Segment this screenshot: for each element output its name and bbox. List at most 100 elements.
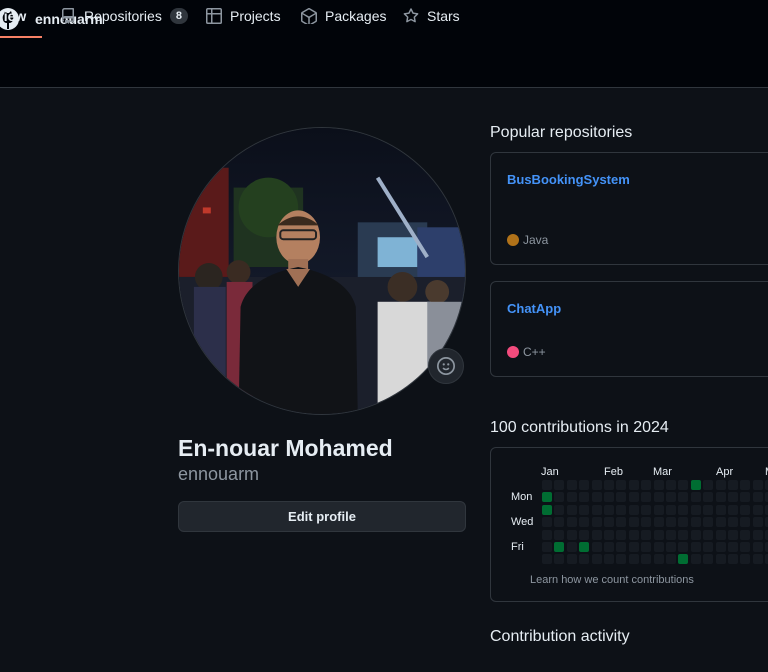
contribution-cell[interactable] bbox=[641, 554, 652, 565]
contribution-cell[interactable] bbox=[678, 480, 689, 490]
contribution-cell[interactable] bbox=[703, 480, 714, 490]
contribution-cell[interactable] bbox=[678, 554, 689, 565]
contribution-cell[interactable] bbox=[653, 517, 664, 528]
contribution-cell[interactable] bbox=[715, 517, 726, 528]
contribution-cell[interactable] bbox=[616, 492, 627, 503]
contribution-cell[interactable] bbox=[566, 542, 577, 552]
contribution-cell[interactable] bbox=[752, 542, 763, 552]
contribution-cell[interactable] bbox=[715, 542, 726, 552]
contribution-cell[interactable] bbox=[728, 492, 738, 503]
contribution-cell[interactable] bbox=[616, 554, 627, 565]
contribution-cell[interactable] bbox=[752, 480, 763, 490]
contribution-cell[interactable] bbox=[604, 480, 614, 490]
contribution-cell[interactable] bbox=[591, 529, 602, 540]
contribution-cell[interactable] bbox=[604, 554, 614, 565]
contribution-cell[interactable] bbox=[715, 480, 726, 490]
contribution-cell[interactable] bbox=[579, 529, 590, 540]
contribution-cell[interactable] bbox=[641, 504, 652, 515]
contribution-cell[interactable] bbox=[542, 517, 552, 528]
contribution-cell[interactable] bbox=[628, 554, 639, 565]
contribution-cell[interactable] bbox=[740, 542, 751, 552]
contribution-cell[interactable] bbox=[641, 517, 652, 528]
contribution-cell[interactable] bbox=[752, 517, 763, 528]
contribution-cell[interactable] bbox=[678, 517, 689, 528]
contribution-cell[interactable] bbox=[542, 492, 552, 503]
repo-link[interactable]: ChatApp bbox=[507, 301, 561, 316]
contribution-cell[interactable] bbox=[628, 504, 639, 515]
learn-contributions-link[interactable]: Learn how we count contributions bbox=[530, 574, 694, 586]
contribution-cell[interactable] bbox=[591, 492, 602, 503]
contribution-cell[interactable] bbox=[591, 504, 602, 515]
tab-overview[interactable]: Overview bbox=[0, 0, 42, 38]
tab-repositories[interactable]: Repositories 8 bbox=[60, 0, 188, 38]
contribution-cell[interactable] bbox=[740, 504, 751, 515]
contribution-cell[interactable] bbox=[728, 554, 738, 565]
contribution-cell[interactable] bbox=[715, 529, 726, 540]
contribution-cell[interactable] bbox=[703, 529, 714, 540]
contribution-cell[interactable] bbox=[728, 529, 738, 540]
contribution-cell[interactable] bbox=[740, 529, 751, 540]
contribution-cell[interactable] bbox=[690, 542, 701, 552]
contribution-cell[interactable] bbox=[604, 504, 614, 515]
contribution-cell[interactable] bbox=[715, 554, 726, 565]
contribution-cell[interactable] bbox=[554, 529, 565, 540]
contribution-cell[interactable] bbox=[542, 480, 552, 490]
contribution-cell[interactable] bbox=[715, 504, 726, 515]
contribution-cell[interactable] bbox=[740, 517, 751, 528]
contribution-cell[interactable] bbox=[641, 542, 652, 552]
contribution-cell[interactable] bbox=[678, 529, 689, 540]
contribution-cell[interactable] bbox=[542, 529, 552, 540]
contribution-cell[interactable] bbox=[752, 492, 763, 503]
contribution-cell[interactable] bbox=[678, 542, 689, 552]
contribution-cell[interactable] bbox=[641, 529, 652, 540]
contribution-cell[interactable] bbox=[616, 542, 627, 552]
contribution-cell[interactable] bbox=[591, 542, 602, 552]
contribution-cell[interactable] bbox=[616, 480, 627, 490]
contribution-cell[interactable] bbox=[666, 529, 676, 540]
contribution-cell[interactable] bbox=[666, 492, 676, 503]
contribution-cell[interactable] bbox=[579, 480, 590, 490]
avatar[interactable] bbox=[178, 127, 466, 415]
contribution-cell[interactable] bbox=[554, 554, 565, 565]
contribution-cell[interactable] bbox=[752, 529, 763, 540]
contribution-cell[interactable] bbox=[752, 554, 763, 565]
contribution-cell[interactable] bbox=[628, 529, 639, 540]
contribution-cell[interactable] bbox=[728, 480, 738, 490]
contribution-cell[interactable] bbox=[604, 529, 614, 540]
contribution-cell[interactable] bbox=[653, 480, 664, 490]
contribution-cell[interactable] bbox=[566, 517, 577, 528]
contribution-cell[interactable] bbox=[554, 492, 565, 503]
contribution-cell[interactable] bbox=[703, 504, 714, 515]
contribution-cell[interactable] bbox=[690, 480, 701, 490]
contribution-cell[interactable] bbox=[604, 542, 614, 552]
contribution-cell[interactable] bbox=[591, 480, 602, 490]
contribution-cell[interactable] bbox=[566, 554, 577, 565]
contribution-cell[interactable] bbox=[653, 529, 664, 540]
contribution-cell[interactable] bbox=[579, 504, 590, 515]
repo-link[interactable]: BusBookingSystem bbox=[507, 172, 630, 187]
edit-profile-button[interactable]: Edit profile bbox=[178, 501, 466, 532]
contribution-cell[interactable] bbox=[579, 542, 590, 552]
tab-stars[interactable]: Stars bbox=[403, 0, 460, 38]
contribution-cell[interactable] bbox=[678, 492, 689, 503]
contribution-cell[interactable] bbox=[728, 542, 738, 552]
contribution-cell[interactable] bbox=[703, 554, 714, 565]
contribution-cell[interactable] bbox=[666, 542, 676, 552]
contribution-cell[interactable] bbox=[566, 492, 577, 503]
tab-packages[interactable]: Packages bbox=[301, 0, 386, 38]
contribution-cell[interactable] bbox=[678, 504, 689, 515]
contribution-cell[interactable] bbox=[690, 554, 701, 565]
contribution-cell[interactable] bbox=[653, 554, 664, 565]
contribution-cell[interactable] bbox=[579, 517, 590, 528]
contribution-cell[interactable] bbox=[703, 542, 714, 552]
contribution-cell[interactable] bbox=[566, 504, 577, 515]
contribution-cell[interactable] bbox=[740, 492, 751, 503]
contribution-cell[interactable] bbox=[542, 554, 552, 565]
contribution-cell[interactable] bbox=[653, 492, 664, 503]
contribution-cell[interactable] bbox=[554, 504, 565, 515]
contribution-cell[interactable] bbox=[641, 492, 652, 503]
contribution-cell[interactable] bbox=[628, 480, 639, 490]
contribution-cell[interactable] bbox=[616, 504, 627, 515]
contribution-cell[interactable] bbox=[690, 517, 701, 528]
contribution-cell[interactable] bbox=[653, 542, 664, 552]
